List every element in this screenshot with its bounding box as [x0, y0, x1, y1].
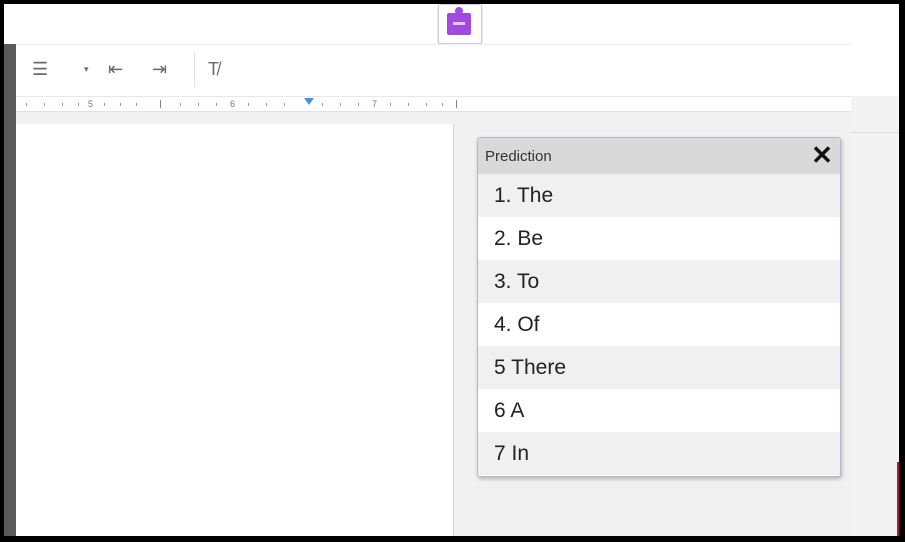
ruler-tick — [426, 103, 427, 106]
ruler-tick — [136, 103, 137, 106]
formatting-toolbar: ▾ ☰ ▾ ⇤ ⇥ T̸ — [4, 44, 851, 97]
left-edge — [4, 44, 16, 536]
prediction-item[interactable]: 6 A — [478, 389, 840, 432]
ruler-tick — [266, 103, 267, 106]
ruler-major-tick — [160, 100, 161, 108]
document-page[interactable] — [16, 124, 454, 536]
ruler-tick — [104, 103, 105, 106]
prediction-item[interactable]: 4. Of — [478, 303, 840, 346]
ruler-tick — [284, 103, 285, 106]
ruler-tick — [248, 103, 249, 106]
top-bar — [4, 4, 899, 44]
ruler-tick — [198, 103, 199, 106]
ruler-tick — [26, 103, 27, 106]
increase-indent-icon[interactable]: ⇥ — [152, 59, 167, 79]
bulleted-list-caret-icon[interactable]: ▾ — [84, 59, 89, 79]
decrease-indent-icon[interactable]: ⇤ — [108, 59, 123, 79]
prediction-list: 1. The 2. Be 3. To 4. Of 5 There 6 A 7 I… — [478, 174, 840, 475]
prediction-header: Prediction ✕ — [478, 138, 840, 174]
prediction-item[interactable]: 2. Be — [478, 217, 840, 260]
prediction-item[interactable]: 5 There — [478, 346, 840, 389]
docs-window: ▾ ☰ ▾ ⇤ ⇥ T̸ 5 6 — [4, 4, 899, 536]
tab-stop-marker[interactable] — [304, 98, 314, 105]
prediction-item[interactable]: 1. The — [478, 174, 840, 217]
extension-icon-body — [447, 13, 471, 35]
clear-formatting-icon[interactable]: T̸ — [208, 59, 219, 79]
toolbar-divider — [194, 53, 195, 87]
prediction-title: Prediction — [485, 148, 552, 165]
prediction-item[interactable]: 7 In — [478, 432, 840, 475]
ruler-tick — [120, 103, 121, 106]
ruler-tick — [78, 103, 79, 106]
side-panel-header — [851, 44, 899, 96]
ruler-tick — [322, 103, 323, 106]
ruler-number: 7 — [372, 99, 378, 109]
ruler-tick — [62, 103, 63, 106]
ruler-tick — [390, 103, 391, 106]
ruler-major-tick — [456, 100, 457, 108]
ruler-tick — [180, 103, 181, 106]
ruler-track: 5 6 7 — [4, 97, 459, 111]
ruler-number: 5 — [88, 99, 94, 109]
ruler-tick — [340, 103, 341, 106]
accent-strip — [897, 462, 899, 536]
ruler-tick — [408, 103, 409, 106]
bulleted-list-icon[interactable]: ☰ — [32, 59, 48, 79]
ruler-number: 6 — [230, 99, 236, 109]
ruler-tick — [216, 103, 217, 106]
ruler-tick — [44, 103, 45, 106]
ruler[interactable]: 5 6 7 — [4, 96, 851, 112]
ruler-tick — [442, 103, 443, 106]
ruler-tick — [358, 103, 359, 106]
puzzle-extension-icon[interactable] — [438, 4, 482, 44]
prediction-panel: Prediction ✕ 1. The 2. Be 3. To 4. Of 5 … — [477, 137, 841, 477]
side-divider — [851, 132, 899, 133]
side-panel-area — [851, 44, 899, 536]
close-icon[interactable]: ✕ — [810, 142, 834, 168]
prediction-item[interactable]: 3. To — [478, 260, 840, 303]
